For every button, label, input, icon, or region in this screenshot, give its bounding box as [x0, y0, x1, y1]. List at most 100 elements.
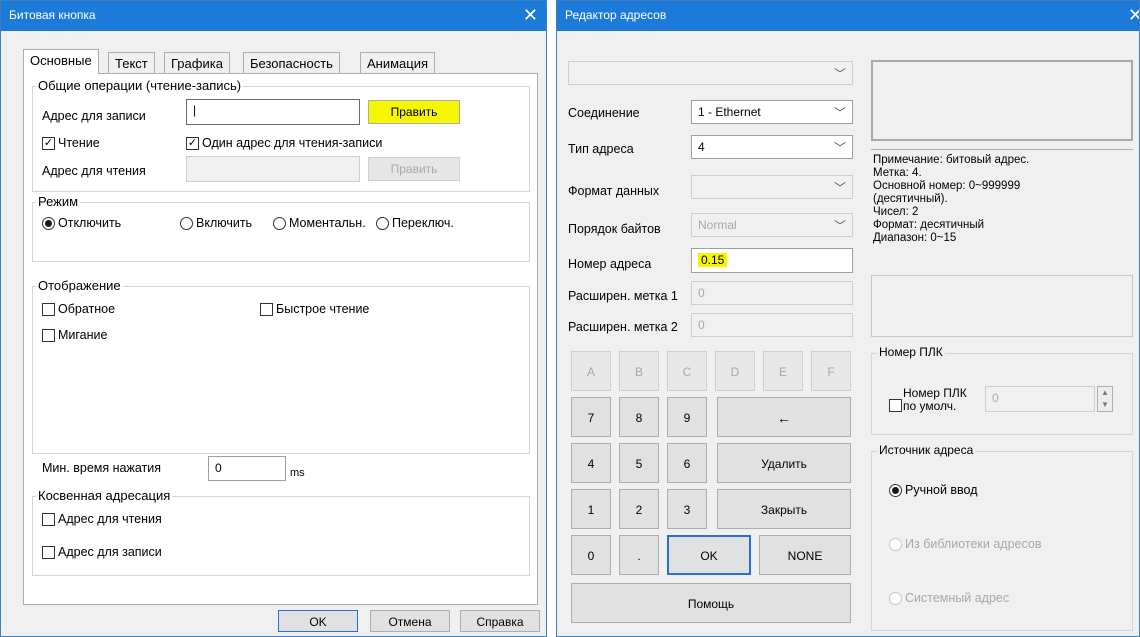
connection-select[interactable]: 1 - Ethernet ﹀ — [691, 100, 853, 124]
blink-label: Мигание — [58, 328, 108, 342]
min-press-label: Мин. время нажатия — [42, 461, 161, 475]
note-line-2: Метка: 4. — [873, 167, 922, 179]
close-icon[interactable]: ✕ — [523, 4, 538, 26]
address-number-label: Номер адреса — [568, 257, 652, 271]
indirect-write-label: Адрес для записи — [58, 545, 162, 559]
bit-button-dialog: Битовая кнопка ✕ Основные Текст Графика … — [0, 0, 547, 637]
min-press-unit: ms — [290, 467, 305, 479]
single-address-label: Один адрес для чтения-записи — [202, 136, 383, 150]
key-0[interactable]: 0 — [571, 535, 611, 575]
read-address-edit-button[interactable]: Править — [368, 157, 460, 181]
ok-button[interactable]: OK — [278, 610, 358, 632]
data-format-label: Формат данных — [568, 184, 660, 198]
key-b[interactable]: B — [619, 351, 659, 391]
indirect-read-label: Адрес для чтения — [58, 512, 162, 526]
key-d[interactable]: D — [715, 351, 755, 391]
byte-order-select[interactable]: Normal ﹀ — [691, 213, 853, 237]
note-line-1: Примечание: битовый адрес. — [873, 154, 1030, 166]
ext-tag2-label: Расширен. метка 2 — [568, 320, 678, 334]
title-bar: Битовая кнопка ✕ — [1, 1, 546, 31]
address-number-value: 0.15 — [698, 253, 728, 267]
preview-box — [871, 60, 1133, 141]
top-combo[interactable]: ﹀ — [568, 61, 853, 85]
note-box: Примечание: битовый адрес. Метка: 4. Осн… — [871, 149, 1133, 267]
source-group-title: Источник адреса — [877, 443, 976, 457]
data-format-select[interactable]: ﹀ — [691, 175, 853, 199]
window-title: Битовая кнопка — [9, 8, 96, 22]
source-system-label: Системный адрес — [905, 591, 1010, 605]
tab-basic[interactable]: Основные — [23, 49, 99, 74]
key-a[interactable]: A — [571, 351, 611, 391]
address-number-input[interactable]: 0.15 — [691, 248, 853, 273]
key-8[interactable]: 8 — [619, 397, 659, 437]
cancel-button[interactable]: Отмена — [370, 610, 450, 632]
mode-momentary-radio[interactable] — [273, 217, 286, 230]
key-9[interactable]: 9 — [667, 397, 707, 437]
help-button[interactable]: Справка — [460, 610, 540, 632]
tab-text[interactable]: Текст — [108, 52, 155, 74]
key-5[interactable]: 5 — [619, 443, 659, 483]
key-4[interactable]: 4 — [571, 443, 611, 483]
inverse-checkbox[interactable] — [42, 303, 55, 316]
plc-number-input[interactable]: 0 — [985, 386, 1095, 412]
tab-security[interactable]: Безопасность — [243, 52, 340, 74]
ok-key[interactable]: OK — [667, 535, 751, 575]
blink-checkbox[interactable] — [42, 329, 55, 342]
plc-group-title: Номер ПЛК — [877, 345, 945, 359]
source-system-radio[interactable] — [889, 592, 902, 605]
chevron-down-icon: ﹀ — [833, 219, 846, 233]
single-address-checkbox[interactable]: ✓ — [186, 137, 199, 150]
plc-spinner[interactable]: ▲ ▼ — [1097, 386, 1113, 412]
indirect-write-checkbox[interactable] — [42, 546, 55, 559]
note-line-6: Формат: десятичный — [873, 219, 985, 231]
none-key[interactable]: NONE — [759, 535, 851, 575]
write-address-input[interactable]: | — [186, 99, 360, 125]
ext-tag1-input[interactable]: 0 — [691, 281, 853, 305]
key-2[interactable]: 2 — [619, 489, 659, 529]
write-address-edit-button[interactable]: Править — [368, 100, 460, 124]
close-icon[interactable]: ✕ — [1128, 4, 1139, 26]
key-7[interactable]: 7 — [571, 397, 611, 437]
source-library-radio[interactable] — [889, 538, 902, 551]
help-key[interactable]: Помощь — [571, 583, 851, 623]
display-group-title: Отображение — [36, 278, 123, 293]
chevron-down-icon: ﹀ — [833, 67, 846, 81]
mode-group-title: Режим — [36, 194, 81, 209]
note-line-3: Основной номер: 0~999999 — [873, 180, 1021, 192]
indirect-group — [32, 496, 530, 576]
backspace-key[interactable]: ← — [717, 397, 851, 437]
chevron-down-icon: ﹀ — [833, 141, 846, 155]
key-3[interactable]: 3 — [667, 489, 707, 529]
key-e[interactable]: E — [763, 351, 803, 391]
empty-box — [871, 275, 1133, 337]
address-type-label: Тип адреса — [568, 142, 634, 156]
read-checkbox[interactable]: ✓ — [42, 137, 55, 150]
indirect-read-checkbox[interactable] — [42, 513, 55, 526]
tab-animation[interactable]: Анимация — [360, 52, 436, 74]
key-1[interactable]: 1 — [571, 489, 611, 529]
tab-graphics[interactable]: Графика — [164, 52, 230, 74]
mode-enable-radio[interactable] — [180, 217, 193, 230]
connection-label: Соединение — [568, 106, 640, 120]
plc-default-checkbox[interactable] — [889, 399, 902, 412]
mode-disable-radio[interactable] — [42, 217, 55, 230]
delete-key[interactable]: Удалить — [717, 443, 851, 483]
chevron-down-icon: ﹀ — [833, 181, 846, 195]
key-dot[interactable]: . — [619, 535, 659, 575]
key-c[interactable]: C — [667, 351, 707, 391]
ext-tag2-input[interactable]: 0 — [691, 313, 853, 337]
indirect-group-title: Косвенная адресация — [36, 488, 173, 503]
fast-read-checkbox[interactable] — [260, 303, 273, 316]
key-f[interactable]: F — [811, 351, 851, 391]
mode-group — [32, 202, 530, 262]
key-6[interactable]: 6 — [667, 443, 707, 483]
close-key[interactable]: Закрыть — [717, 489, 851, 529]
source-manual-radio[interactable] — [889, 484, 902, 497]
byte-order-label: Порядок байтов — [568, 222, 661, 236]
read-address-input[interactable] — [186, 156, 360, 182]
min-press-input[interactable]: 0 — [208, 456, 286, 481]
title-bar: Редактор адресов ✕ — [557, 1, 1139, 31]
note-line-5: Чисел: 2 — [873, 206, 919, 218]
mode-toggle-radio[interactable] — [376, 217, 389, 230]
address-type-select[interactable]: 4 ﹀ — [691, 135, 853, 159]
